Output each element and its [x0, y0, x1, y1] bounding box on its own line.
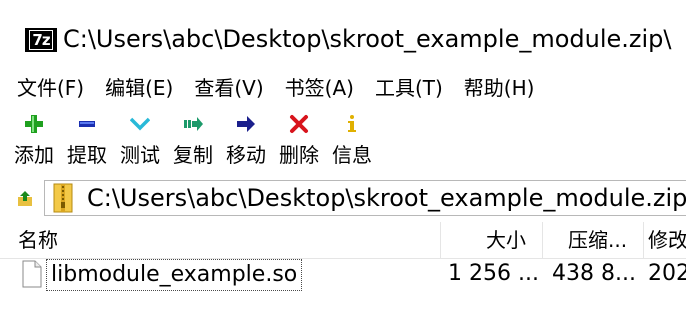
file-list-row[interactable]: libmodule_example.so 1 256 ... 438 8... …: [0, 258, 686, 292]
title-bar: 7z C:\Users\abc\Desktop\skroot_example_m…: [0, 0, 686, 62]
seven-zip-window: 7z C:\Users\abc\Desktop\skroot_example_m…: [0, 0, 686, 336]
extract-button-label: 提取: [67, 143, 107, 167]
menu-tools[interactable]: 工具(T): [358, 72, 447, 104]
toolbar: 添加 提取 测试 复制 移动 删除 信息: [0, 112, 372, 176]
column-modified-header[interactable]: 修改: [648, 222, 686, 258]
test-button-label: 测试: [120, 143, 160, 167]
info-button[interactable]: 信息: [332, 112, 372, 176]
zip-folder-icon: [53, 183, 73, 213]
window-title: C:\Users\abc\Desktop\skroot_example_modu…: [63, 25, 672, 53]
move-button-label: 移动: [226, 143, 266, 167]
move-button[interactable]: 移动: [226, 112, 266, 176]
seven-zip-app-icon: 7z: [25, 28, 57, 52]
file-modified-cell: 202: [648, 261, 686, 286]
info-button-label: 信息: [332, 143, 372, 167]
file-packed-cell: 438 8...: [552, 261, 636, 286]
copy-button-label: 复制: [173, 143, 213, 167]
address-field[interactable]: C:\Users\abc\Desktop\skroot_example_modu…: [44, 180, 686, 216]
column-size-header[interactable]: 大小: [486, 222, 526, 258]
menu-edit[interactable]: 编辑(E): [88, 72, 177, 104]
minus-icon: [77, 114, 97, 134]
column-name-header[interactable]: 名称: [18, 222, 58, 258]
address-bar: C:\Users\abc\Desktop\skroot_example_modu…: [0, 178, 686, 218]
extract-button[interactable]: 提取: [67, 112, 107, 176]
delete-button[interactable]: 删除: [279, 112, 319, 176]
file-name-cell[interactable]: libmodule_example.so: [46, 259, 303, 291]
info-icon: [342, 114, 362, 134]
column-packed-header[interactable]: 压缩...: [568, 222, 627, 258]
move-arrow-icon: [236, 114, 256, 134]
add-button-label: 添加: [14, 143, 54, 167]
delete-button-label: 删除: [279, 143, 319, 167]
add-button[interactable]: 添加: [14, 112, 54, 176]
delete-x-icon: [289, 114, 309, 134]
menu-help[interactable]: 帮助(H): [447, 72, 539, 104]
menu-file[interactable]: 文件(F): [0, 72, 88, 104]
menu-bar: 文件(F) 编辑(E) 查看(V) 书签(A) 工具(T) 帮助(H): [0, 72, 538, 104]
file-size-cell: 1 256 ...: [448, 261, 539, 286]
address-path: C:\Users\abc\Desktop\skroot_example_modu…: [87, 184, 686, 212]
column-divider[interactable]: [542, 222, 543, 258]
folder-up-icon[interactable]: [16, 190, 34, 208]
menu-bookmarks[interactable]: 书签(A): [268, 72, 358, 104]
test-button[interactable]: 测试: [120, 112, 160, 176]
copy-button[interactable]: 复制: [173, 112, 213, 176]
copy-arrow-icon: [183, 114, 203, 134]
plus-icon: [24, 114, 44, 134]
file-icon: [22, 260, 42, 288]
file-list-header: 名称 大小 压缩... 修改: [0, 222, 686, 259]
check-chevron-icon: [130, 114, 150, 134]
column-divider[interactable]: [643, 222, 644, 258]
column-divider[interactable]: [440, 222, 441, 258]
menu-view[interactable]: 查看(V): [177, 72, 267, 104]
